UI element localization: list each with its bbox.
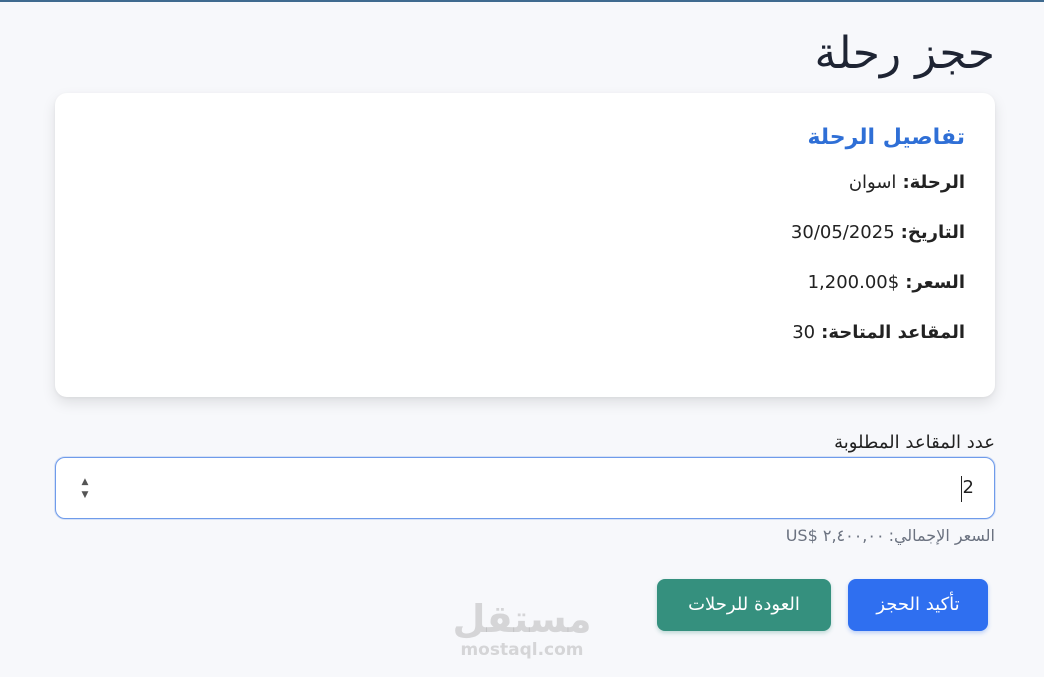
- watermark-arabic: مستقل: [452, 597, 592, 641]
- number-spinner[interactable]: ▲ ▼: [79, 476, 91, 502]
- watermark-latin: mostaql.com: [460, 640, 584, 660]
- available-seats-label: المقاعد المتاحة:: [821, 322, 965, 343]
- date-value: 30/05/2025: [790, 222, 895, 243]
- mostaql-watermark: مستقل mostaql.com: [452, 598, 592, 664]
- trip-label: الرحلة:: [902, 172, 965, 193]
- booking-page: حجز رحلة تفاصيل الرحلة الرحلة:اسوان التا…: [55, 0, 995, 677]
- total-price-value: US$ ٢,٤٠٠,٠٠: [785, 526, 885, 545]
- price-label: السعر:: [905, 272, 965, 293]
- chevron-down-icon[interactable]: ▼: [79, 489, 91, 501]
- date-row: التاريخ:30/05/2025: [791, 220, 965, 246]
- price-row: السعر:$1,200.00: [808, 270, 965, 296]
- date-label: التاريخ:: [900, 222, 965, 243]
- seats-field-label: عدد المقاعد المطلوبة: [834, 432, 995, 453]
- back-to-trips-button[interactable]: العودة للرحلات: [657, 579, 831, 631]
- available-seats-row: المقاعد المتاحة:30: [792, 320, 965, 346]
- trip-row: الرحلة:اسوان: [849, 170, 965, 196]
- seats-input[interactable]: [914, 458, 974, 517]
- trip-details-heading: تفاصيل الرحلة: [807, 125, 965, 150]
- total-price: السعر الإجمالي:US$ ٢,٤٠٠,٠٠: [786, 525, 995, 547]
- trip-details-card: تفاصيل الرحلة الرحلة:اسوان التاريخ:30/05…: [55, 93, 995, 397]
- price-value: $1,200.00: [807, 272, 900, 293]
- trip-value: اسوان: [848, 172, 897, 193]
- chevron-up-icon[interactable]: ▲: [79, 476, 91, 488]
- page-title: حجز رحلة: [814, 28, 995, 79]
- confirm-booking-button[interactable]: تأكيد الحجز: [848, 579, 988, 631]
- text-caret: [961, 476, 962, 502]
- available-seats-value: 30: [792, 322, 816, 343]
- seats-field-wrapper: ▲ ▼: [55, 457, 995, 519]
- total-price-label: السعر الإجمالي:: [888, 526, 995, 545]
